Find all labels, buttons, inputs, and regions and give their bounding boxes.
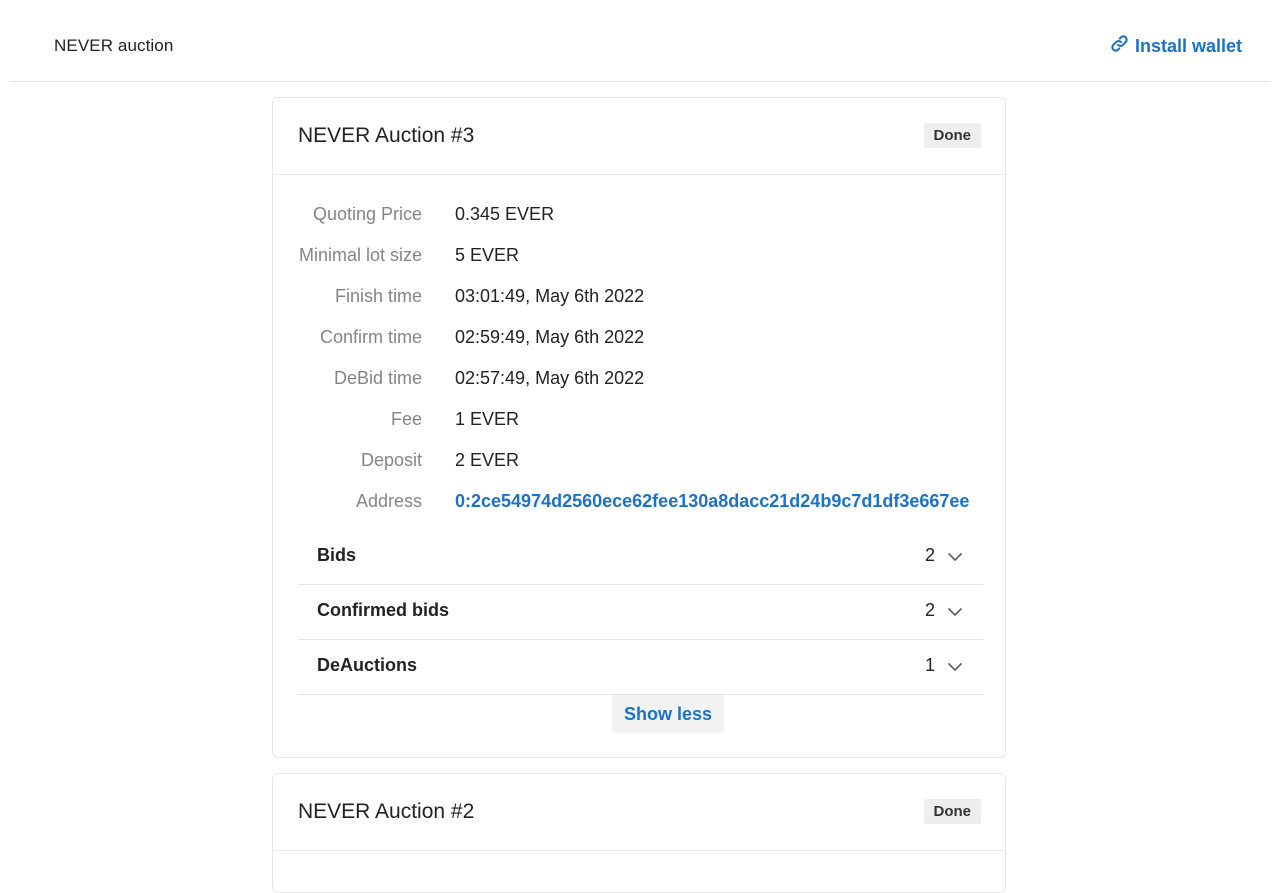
field-label: Fee — [390, 409, 422, 429]
accordion-label: DeAuctions — [317, 655, 418, 675]
field-quoting-price: Quoting Price 0.345 EVER — [273, 204, 1005, 228]
accordion-count: 1 — [924, 655, 935, 675]
accordion-confirmed-bids[interactable]: Confirmed bids 2 — [298, 585, 983, 640]
app-title: NEVER auction — [54, 36, 174, 55]
auction-card: NEVER Auction #3 Done Quoting Price 0.34… — [272, 97, 1006, 758]
auction-card-header: NEVER Auction #2 Done — [273, 774, 1005, 851]
auction-card-header: NEVER Auction #3 Done — [273, 98, 1005, 175]
field-fee: Fee 1 EVER — [273, 409, 1005, 433]
accordion-count: 2 — [924, 600, 935, 620]
field-value: 0.345 EVER — [455, 204, 555, 224]
auction-title: NEVER Auction #2 — [298, 800, 475, 823]
chevron-down-icon — [948, 608, 962, 616]
accordion-label: Bids — [317, 545, 357, 565]
field-finish-time: Finish time 03:01:49, May 6th 2022 — [273, 286, 1005, 310]
show-less-button[interactable]: Show less — [612, 695, 724, 733]
field-confirm-time: Confirm time 02:59:49, May 6th 2022 — [273, 327, 1005, 351]
field-value: 03:01:49, May 6th 2022 — [455, 286, 645, 306]
field-deposit: Deposit 2 EVER — [273, 450, 1005, 474]
field-minimal-lot-size: Minimal lot size 5 EVER — [273, 245, 1005, 269]
auction-title: NEVER Auction #3 — [298, 124, 475, 147]
chevron-down-icon — [948, 553, 962, 561]
field-label: Minimal lot size — [298, 245, 422, 265]
status-badge: Done — [923, 123, 981, 148]
field-label: Quoting Price — [312, 204, 422, 224]
field-value: 02:57:49, May 6th 2022 — [455, 368, 645, 388]
accordion-count: 2 — [924, 545, 935, 565]
field-label: Confirm time — [319, 327, 422, 347]
auction-card: NEVER Auction #2 Done — [272, 773, 1006, 893]
field-label: Deposit — [360, 450, 422, 470]
install-wallet-button[interactable]: Install wallet — [1110, 34, 1242, 58]
field-value: 2 EVER — [455, 450, 520, 470]
accordion-deauctions[interactable]: DeAuctions 1 — [298, 640, 983, 695]
address-link[interactable]: 0:2ce54974d2560ece62fee130a8dacc21d24b9c… — [455, 491, 969, 512]
accordion-bids[interactable]: Bids 2 — [298, 530, 983, 585]
field-address: Address 0:2ce54974d2560ece62fee130a8dacc… — [273, 491, 1005, 515]
field-value: 1 EVER — [455, 409, 520, 429]
accordion-label: Confirmed bids — [317, 600, 450, 620]
field-label: Address — [355, 491, 422, 511]
status-badge: Done — [923, 799, 981, 824]
field-label: Finish time — [334, 286, 422, 306]
field-label: DeBid time — [333, 368, 422, 388]
top-bar: NEVER auction Install wallet — [10, 0, 1270, 82]
field-value: 02:59:49, May 6th 2022 — [455, 327, 645, 347]
field-value: 5 EVER — [455, 245, 520, 265]
field-debid-time: DeBid time 02:57:49, May 6th 2022 — [273, 368, 1005, 392]
link-icon — [1110, 34, 1129, 58]
install-wallet-label: Install wallet — [1134, 35, 1242, 56]
chevron-down-icon — [948, 663, 962, 671]
